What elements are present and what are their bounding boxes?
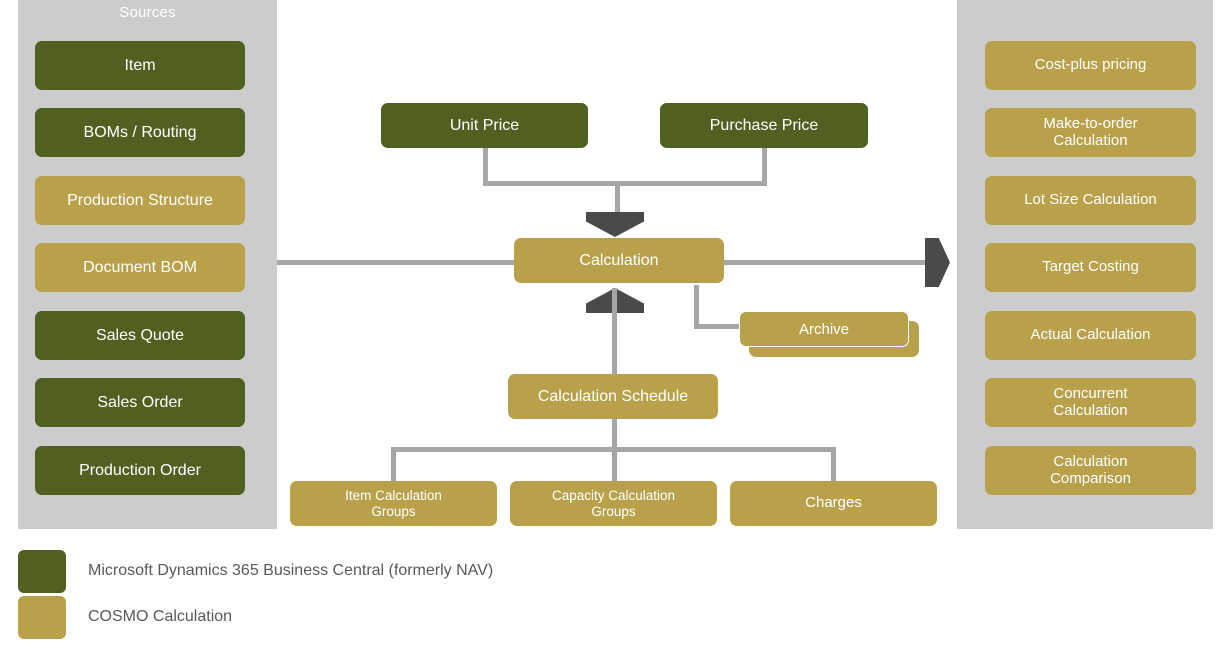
legend-label-business-central: Microsoft Dynamics 365 Business Central … <box>88 562 494 579</box>
center-node-item-calculation-groups[interactable]: Item Calculation Groups <box>290 481 497 526</box>
result-node-calculation-comparison[interactable]: Calculation Comparison <box>985 446 1196 495</box>
connector-calculation-to-archive-vertical <box>694 285 699 328</box>
legend-item-business-central: Microsoft Dynamics 365 Business Central … <box>18 548 493 594</box>
connector-schedule-down <box>612 419 617 450</box>
connector-to-item-calculation-groups <box>391 447 396 482</box>
source-node-sales-order[interactable]: Sales Order <box>35 378 245 427</box>
connector-prices-join <box>483 181 767 186</box>
legend-label-cosmo-calculation: COSMO Calculation <box>88 608 233 625</box>
center-node-purchase-price[interactable]: Purchase Price <box>660 103 868 148</box>
arrow-right-into-results-icon <box>925 238 950 287</box>
source-node-production-order[interactable]: Production Order <box>35 446 245 495</box>
arrow-down-into-calculation-icon <box>586 212 644 237</box>
result-node-make-to-order-calculation[interactable]: Make-to-order Calculation <box>985 108 1196 157</box>
result-node-concurrent-calculation[interactable]: Concurrent Calculation <box>985 378 1196 427</box>
connector-to-capacity-calculation-groups <box>612 447 617 482</box>
connector-to-charges <box>831 447 836 482</box>
source-node-boms-routing[interactable]: BOMs / Routing <box>35 108 245 157</box>
sources-panel-title: Sources <box>119 4 176 21</box>
diagram-canvas: Sources Item BOMs / Routing Production S… <box>0 0 1231 650</box>
source-node-document-bom[interactable]: Document BOM <box>35 243 245 292</box>
legend-swatch-cosmo-calculation <box>18 595 66 639</box>
result-node-target-costing[interactable]: Target Costing <box>985 243 1196 292</box>
result-node-cost-plus-pricing[interactable]: Cost-plus pricing <box>985 41 1196 90</box>
center-node-capacity-calculation-groups[interactable]: Capacity Calculation Groups <box>510 481 717 526</box>
source-node-sales-quote[interactable]: Sales Quote <box>35 311 245 360</box>
legend-swatch-business-central <box>18 549 66 593</box>
result-node-actual-calculation[interactable]: Actual Calculation <box>985 311 1196 360</box>
connector-calculation-to-results <box>723 260 926 265</box>
connector-schedule-to-calculation <box>612 288 617 374</box>
result-node-lot-size-calculation[interactable]: Lot Size Calculation <box>985 176 1196 225</box>
archive-front-card: Archive <box>739 311 909 347</box>
center-node-charges[interactable]: Charges <box>730 481 937 526</box>
source-node-item[interactable]: Item <box>35 41 245 90</box>
center-node-archive[interactable]: Archive <box>739 311 919 357</box>
legend-item-cosmo-calculation: COSMO Calculation <box>18 594 493 640</box>
source-node-production-structure[interactable]: Production Structure <box>35 176 245 225</box>
center-node-calculation-schedule[interactable]: Calculation Schedule <box>508 374 718 419</box>
connector-sources-to-calculation <box>277 260 522 265</box>
center-node-calculation[interactable]: Calculation <box>514 238 724 283</box>
center-node-unit-price[interactable]: Unit Price <box>381 103 588 148</box>
legend: Microsoft Dynamics 365 Business Central … <box>18 548 493 640</box>
